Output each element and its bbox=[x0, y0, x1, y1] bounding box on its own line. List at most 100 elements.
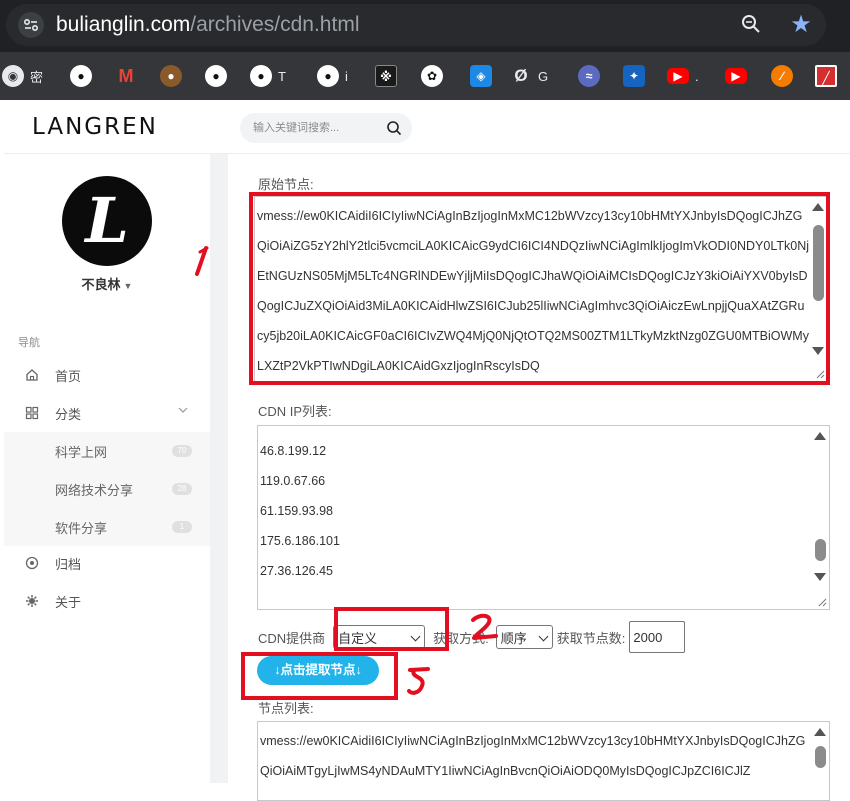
avatar-icon: ● bbox=[160, 65, 182, 87]
github-icon: ● bbox=[70, 65, 92, 87]
annotation-mark-1-icon bbox=[195, 246, 209, 276]
scrollbar[interactable] bbox=[812, 426, 829, 609]
scrollbar[interactable] bbox=[812, 722, 829, 800]
youtube-icon: ▶ bbox=[667, 68, 689, 84]
cdn-ip-line: 46.8.199.12 bbox=[260, 444, 327, 458]
url-text[interactable]: bulianglin.com/archives/cdn.html bbox=[56, 13, 359, 37]
bookmark-star-icon[interactable]: ★ bbox=[787, 11, 815, 39]
bookmarks-bar: ◉ 密 ● M ● ● ● T ● i ※ ✿ ◈ Ø G ≈ ✦ ▶. ▶ ∕ ╱ bbox=[0, 52, 850, 100]
annotation-mark-3-icon bbox=[407, 667, 430, 695]
category-submenu: 科学上网 70 网络技术分享 28 软件分享 1 bbox=[4, 432, 210, 546]
sidebar-item-label: 首页 bbox=[55, 368, 82, 384]
about-icon bbox=[25, 594, 39, 608]
archive-icon bbox=[25, 556, 39, 570]
site-logo[interactable]: LANGREN bbox=[32, 114, 158, 140]
bookmark-item[interactable]: M bbox=[115, 65, 137, 87]
home-icon bbox=[25, 368, 39, 382]
sidebar-subitem-software[interactable]: 软件分享 1 bbox=[4, 508, 210, 546]
github-icon: ● bbox=[317, 65, 339, 87]
cdn-ip-label: CDN IP列表: bbox=[258, 404, 332, 419]
count-badge: 1 bbox=[172, 521, 192, 533]
avatar[interactable]: L bbox=[62, 176, 152, 266]
youtube-icon: ▶ bbox=[725, 68, 747, 84]
annotation-mark-2-icon bbox=[471, 613, 498, 640]
sidebar-item-about[interactable]: 关于 bbox=[4, 582, 210, 620]
bookmark-item[interactable]: ╱ bbox=[815, 65, 837, 87]
annotation-box-original bbox=[249, 192, 830, 385]
user-name[interactable]: 不良林 ▼ bbox=[4, 274, 210, 293]
sidebar-item-home[interactable]: 首页 bbox=[4, 356, 210, 394]
subitem-label: 科学上网 bbox=[55, 444, 108, 460]
search-box[interactable] bbox=[240, 113, 412, 143]
bookmark-item[interactable]: ● bbox=[205, 65, 227, 87]
site-header: LANGREN bbox=[4, 100, 850, 154]
node-list-label: 节点列表: bbox=[258, 701, 314, 716]
count-label: 获取节点数: bbox=[556, 630, 626, 646]
github-icon: ● bbox=[205, 65, 227, 87]
count-badge: 28 bbox=[172, 483, 192, 495]
bookmark-item[interactable]: ✿ bbox=[421, 65, 443, 87]
cdn-ip-line: 175.6.186.101 bbox=[260, 534, 340, 548]
browser-toolbar: bulianglin.com/archives/cdn.html ★ bbox=[0, 0, 850, 52]
chevron-down-icon bbox=[178, 406, 188, 417]
bookmark-item[interactable]: ▶ bbox=[725, 65, 747, 87]
sidebar-item-label: 关于 bbox=[55, 594, 82, 610]
resize-grip-icon[interactable] bbox=[817, 597, 827, 607]
sidebar-item-archive[interactable]: 归档 bbox=[4, 544, 210, 582]
chevron-down-icon bbox=[538, 631, 549, 642]
github-icon: ● bbox=[250, 65, 272, 87]
search-icon[interactable] bbox=[386, 120, 402, 136]
user-name-text: 不良林 bbox=[81, 277, 121, 292]
provider-label: CDN提供商 bbox=[258, 630, 326, 646]
bookmark-item[interactable]: ✦ bbox=[623, 65, 645, 87]
zoom-icon[interactable] bbox=[738, 13, 764, 39]
sidebar-subitem-proxy[interactable]: 科学上网 70 bbox=[4, 432, 210, 470]
sidebar-subitem-network[interactable]: 网络技术分享 28 bbox=[4, 470, 210, 508]
search-input[interactable] bbox=[240, 113, 380, 143]
gmail-icon: M bbox=[118, 66, 134, 86]
site-info-icon[interactable] bbox=[18, 12, 44, 38]
node-count-input[interactable] bbox=[629, 621, 686, 653]
bookmark-label: 密 bbox=[30, 69, 44, 85]
bookmark-label: i bbox=[345, 68, 348, 84]
bookmark-item[interactable]: ● bbox=[70, 65, 92, 87]
bookmark-item[interactable]: ØG bbox=[510, 65, 548, 87]
bookmark-item[interactable]: ※ bbox=[375, 65, 397, 87]
url-host: bulianglin.com bbox=[56, 13, 191, 36]
original-node-label: 原始节点: bbox=[258, 177, 314, 192]
scroll-down-icon[interactable] bbox=[814, 573, 826, 581]
scroll-up-icon[interactable] bbox=[814, 728, 826, 736]
cdn-ip-textarea[interactable]: 46.8.199.12 119.0.67.66 61.159.93.98 175.6.… bbox=[257, 425, 830, 610]
chrome-icon: ◉ bbox=[2, 65, 24, 87]
url-path: /archives/cdn.html bbox=[190, 13, 360, 36]
method-value: 顺序 bbox=[500, 630, 527, 646]
bookmark-item[interactable]: ● i bbox=[317, 65, 348, 87]
bookmark-item[interactable]: ≈ bbox=[578, 65, 600, 87]
sidebar-item-label: 归档 bbox=[55, 556, 82, 572]
scroll-up-icon[interactable] bbox=[814, 432, 826, 440]
box-icon: ◈ bbox=[470, 65, 492, 87]
scroll-thumb[interactable] bbox=[815, 539, 826, 561]
butterfly-icon: ✦ bbox=[623, 65, 645, 87]
cdn-ip-list: 46.8.199.12 119.0.67.66 61.159.93.98 175.6.… bbox=[260, 436, 811, 586]
subitem-label: 软件分享 bbox=[55, 520, 108, 536]
bookmark-item[interactable]: ◈ bbox=[470, 65, 492, 87]
cdn-ip-line: 27.36.126.45 bbox=[260, 564, 333, 578]
cdn-ip-line: 61.159.93.98 bbox=[260, 504, 333, 518]
bookmark-item[interactable]: ◉ 密 bbox=[2, 65, 43, 87]
bookmark-label: T bbox=[278, 68, 286, 84]
grid-icon bbox=[25, 406, 39, 420]
method-select[interactable]: 顺序 bbox=[495, 625, 553, 649]
address-bar[interactable]: bulianglin.com/archives/cdn.html ★ bbox=[6, 4, 826, 46]
scroll-thumb[interactable] bbox=[815, 746, 826, 768]
chart-icon: ╱ bbox=[815, 65, 837, 87]
bookmark-item[interactable]: ▶. bbox=[667, 65, 699, 87]
bookmark-item[interactable]: ∕ bbox=[771, 65, 793, 87]
sidebar-item-category[interactable]: 分类 bbox=[4, 394, 210, 432]
ball-icon: ∕ bbox=[771, 65, 793, 87]
bookmark-item[interactable]: ● bbox=[160, 65, 182, 87]
node-list-text: vmess://ew0KICAidiI6ICIyIiwNCiAgInBzIjog… bbox=[260, 734, 806, 778]
nav-title: 导航 bbox=[18, 337, 40, 349]
node-list-textarea[interactable]: vmess://ew0KICAidiI6ICIyIiwNCiAgInBzIjog… bbox=[257, 721, 830, 801]
bookmark-item[interactable]: ● T bbox=[250, 65, 286, 87]
